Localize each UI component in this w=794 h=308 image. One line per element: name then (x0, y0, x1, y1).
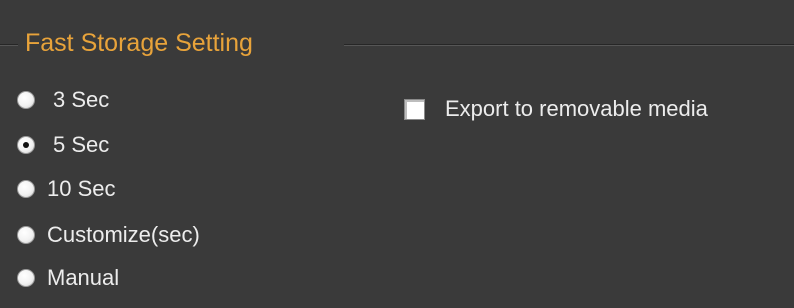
export-checkbox[interactable] (404, 98, 425, 120)
radio-option-5-sec[interactable]: 5 Sec (17, 131, 109, 159)
radio-option-label: 3 Sec (53, 87, 110, 112)
export-checkbox-label: Export to removable media (445, 96, 708, 121)
radio-button-icon[interactable] (17, 226, 35, 244)
radio-button-checked-icon[interactable] (17, 136, 35, 154)
group-border-left (0, 44, 18, 46)
fast-storage-setting-panel: Fast Storage Setting 3 Sec 5 Sec 10 Sec … (0, 0, 794, 308)
radio-option-3-sec[interactable]: 3 Sec (17, 86, 109, 114)
radio-option-10-sec[interactable]: 10 Sec (17, 175, 116, 203)
radio-button-icon[interactable] (17, 180, 35, 198)
radio-option-customize[interactable]: Customize(sec) (17, 221, 200, 249)
group-title: Fast Storage Setting (25, 29, 253, 57)
radio-option-label: Manual (47, 265, 120, 290)
radio-option-manual[interactable]: Manual (17, 264, 119, 292)
group-border-right (344, 44, 794, 46)
radio-button-icon[interactable] (17, 269, 35, 287)
radio-button-icon[interactable] (17, 91, 35, 109)
radio-option-label: Customize(sec) (47, 222, 200, 247)
export-removable-media-option[interactable]: Export to removable media (404, 95, 708, 123)
radio-option-label: 5 Sec (53, 132, 110, 157)
radio-option-label: 10 Sec (47, 176, 116, 201)
